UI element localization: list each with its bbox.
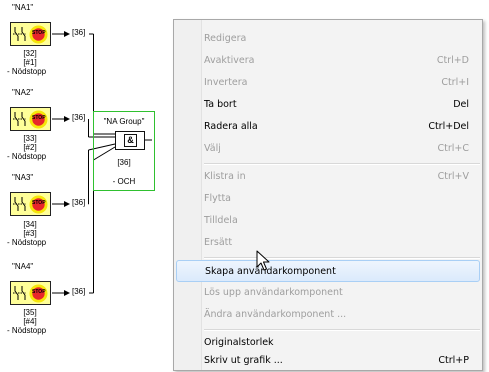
menu-item-label: Lös upp användarkomponent [204, 287, 343, 298]
component-name: "NA2" [12, 88, 34, 97]
menu-item-delete[interactable]: Ta bort Del [176, 94, 480, 116]
group-name: "NA Group" [103, 117, 145, 126]
output-reference: [36] [72, 198, 86, 207]
component-ref: [34] [23, 220, 37, 229]
emergency-stop-component[interactable]: STOP [10, 22, 51, 46]
group-ref: [36] [117, 158, 131, 167]
menu-item-select[interactable]: Välj Ctrl+C [176, 138, 480, 160]
menu-item-label: Välj [204, 143, 221, 154]
menu-item-print-graphics[interactable]: Skriv ut grafik ... Ctrl+P [176, 350, 480, 372]
emergency-stop-component[interactable]: STOP [10, 281, 51, 305]
context-menu: Redigera Avaktivera Ctrl+D Invertera Ctr… [173, 19, 483, 371]
menu-item-label: Avaktivera [204, 55, 255, 66]
menu-item-label: Skriv ut grafik ... [204, 355, 283, 366]
component-ref: [32] [23, 49, 37, 58]
component-description: - Nödstopp [7, 152, 47, 161]
menu-item-edit[interactable]: Redigera [176, 28, 480, 50]
menu-item-deactivate[interactable]: Avaktivera Ctrl+D [176, 50, 480, 72]
mouse-pointer-icon [256, 250, 270, 271]
component-index: [#4] [23, 317, 37, 326]
menu-item-delete-all[interactable]: Radera alla Ctrl+Del [176, 116, 480, 138]
component-description: - Nödstopp [7, 326, 47, 335]
menu-item-shortcut: Ctrl+Del [428, 121, 469, 132]
menu-item-replace[interactable]: Ersätt [176, 232, 480, 254]
component-ref: [33] [23, 134, 37, 143]
menu-item-shortcut: Del [453, 99, 469, 110]
menu-item-label: Tilldela [204, 215, 238, 226]
stop-label: STOP [32, 289, 46, 295]
menu-item-edit-user-component[interactable]: Ändra användarkomponent ... [176, 304, 480, 326]
menu-item-dissolve-user-component[interactable]: Lös upp användarkomponent [176, 282, 480, 304]
menu-item-shortcut: Ctrl+C [437, 143, 470, 154]
menu-item-label: Ta bort [204, 99, 237, 110]
group-description: - OCH [112, 177, 136, 186]
menu-item-shortcut: Ctrl+P [438, 355, 469, 366]
component-description: - Nödstopp [7, 238, 47, 247]
menu-separator [204, 163, 480, 165]
emergency-stop-component[interactable]: STOP [10, 192, 51, 216]
menu-item-label: Redigera [204, 33, 247, 44]
menu-item-label: Invertera [204, 77, 248, 88]
component-name: "NA1" [12, 3, 34, 12]
component-name: "NA3" [12, 173, 34, 182]
menu-item-label: Flytta [204, 193, 231, 204]
menu-item-label: Ändra användarkomponent ... [204, 309, 347, 320]
diagram-canvas[interactable]: "NA1" STOP [36] [32] [#1] - Nödstopp "NA… [0, 0, 175, 371]
component-index: [#2] [23, 143, 37, 152]
menu-item-assign[interactable]: Tilldela [176, 210, 480, 232]
menu-item-move[interactable]: Flytta [176, 188, 480, 210]
component-index: [#1] [23, 58, 37, 67]
emergency-stop-component[interactable]: STOP [10, 107, 51, 131]
menu-item-shortcut: Ctrl+V [437, 171, 469, 182]
and-block[interactable]: & [115, 131, 145, 150]
switch-contact-icon [13, 112, 26, 126]
switch-contact-icon [13, 286, 26, 300]
menu-separator [204, 257, 480, 259]
switch-contact-icon [13, 197, 26, 211]
switch-contact-icon [13, 27, 26, 41]
menu-item-paste[interactable]: Klistra in Ctrl+V [176, 166, 480, 188]
output-reference: [36] [72, 287, 86, 296]
stop-label: STOP [32, 115, 46, 121]
menu-item-create-user-component[interactable]: Skapa användarkomponent [176, 260, 480, 282]
menu-item-shortcut: Ctrl+I [441, 77, 469, 88]
component-description: - Nödstopp [7, 67, 47, 76]
stop-label: STOP [32, 30, 46, 36]
output-reference: [36] [72, 28, 86, 37]
menu-item-invert[interactable]: Invertera Ctrl+I [176, 72, 480, 94]
component-index: [#3] [23, 229, 37, 238]
menu-separator [204, 329, 480, 331]
menu-item-shortcut: Ctrl+D [436, 55, 469, 66]
menu-item-label: Klistra in [204, 171, 246, 182]
and-symbol: & [124, 134, 137, 147]
stop-label: STOP [32, 200, 46, 206]
menu-item-label: Radera alla [204, 121, 258, 132]
component-name: "NA4" [12, 262, 34, 271]
output-reference: [36] [72, 113, 86, 122]
component-ref: [35] [23, 308, 37, 317]
menu-item-label: Ersätt [204, 237, 233, 248]
